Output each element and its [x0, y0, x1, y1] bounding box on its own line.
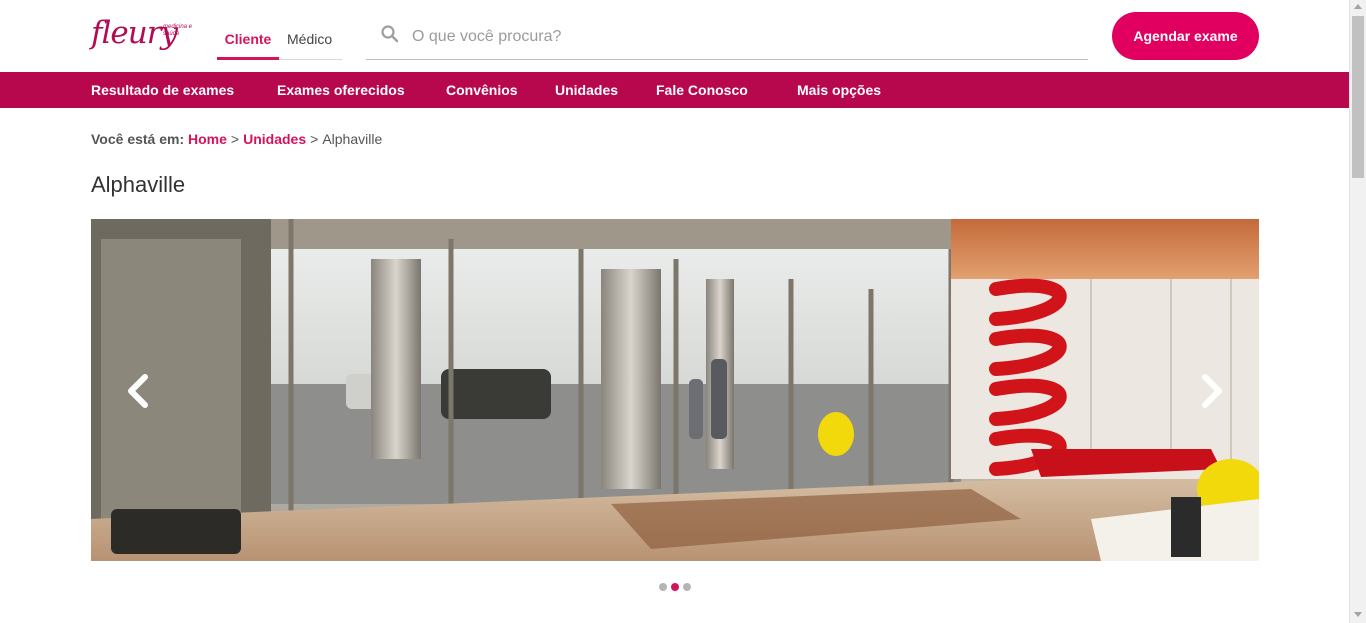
nav-item-resultado-de-exames[interactable]: Resultado de exames [91, 72, 234, 108]
breadcrumb: Você está em: Home > Unidades > Alphaville [91, 131, 382, 147]
agendar-exame-button[interactable]: Agendar exame [1112, 12, 1259, 60]
logo-tagline: medicina e saúde [163, 24, 193, 37]
unit-photo-carousel [91, 219, 1259, 561]
breadcrumb-lead: Você está em: [91, 131, 185, 147]
tab-cliente[interactable]: Cliente [217, 28, 279, 60]
carousel-prev-button[interactable] [121, 371, 157, 411]
tab-medico[interactable]: Médico [287, 28, 337, 60]
audience-tabs: Cliente Médico [217, 28, 342, 60]
nav-item-convenios[interactable]: Convênios [446, 72, 518, 108]
chevron-right-icon [1202, 374, 1222, 408]
search-icon[interactable] [380, 24, 400, 44]
nav-item-mais-opcoes[interactable]: Mais opções [797, 72, 881, 108]
page-title: Alphaville [91, 172, 186, 197]
search-bar [366, 14, 1088, 60]
scroll-up-arrow-icon[interactable] [1354, 4, 1362, 9]
carousel-pagination [659, 583, 699, 591]
nav-item-fale-conosco[interactable]: Fale Conosco [656, 72, 748, 108]
chevron-left-icon [128, 374, 148, 408]
breadcrumb-separator: > [310, 131, 319, 147]
carousel-dot-active[interactable] [671, 583, 679, 591]
fleury-logo[interactable]: fleury medicina e saúde [91, 14, 201, 54]
carousel-dot[interactable] [659, 583, 667, 591]
carousel-next-button[interactable] [1193, 371, 1229, 411]
breadcrumb-home-link[interactable]: Home [188, 131, 227, 147]
site-header: fleury medicina e saúde Cliente Médico A… [0, 0, 1349, 72]
main-nav: Resultado de exames Exames oferecidos Co… [0, 72, 1349, 108]
page-scrollbar[interactable] [1349, 0, 1366, 623]
scroll-down-arrow-icon[interactable] [1354, 612, 1362, 617]
search-input[interactable] [412, 24, 1052, 50]
carousel-dot[interactable] [683, 583, 691, 591]
scroll-thumb[interactable] [1352, 16, 1364, 178]
nav-item-unidades[interactable]: Unidades [555, 72, 618, 108]
carousel-slide-image [91, 219, 1259, 561]
breadcrumb-current: Alphaville [322, 131, 383, 147]
breadcrumb-separator: > [230, 131, 240, 147]
breadcrumb-unidades-link[interactable]: Unidades [243, 131, 306, 147]
nav-item-exames-oferecidos[interactable]: Exames oferecidos [277, 72, 405, 108]
